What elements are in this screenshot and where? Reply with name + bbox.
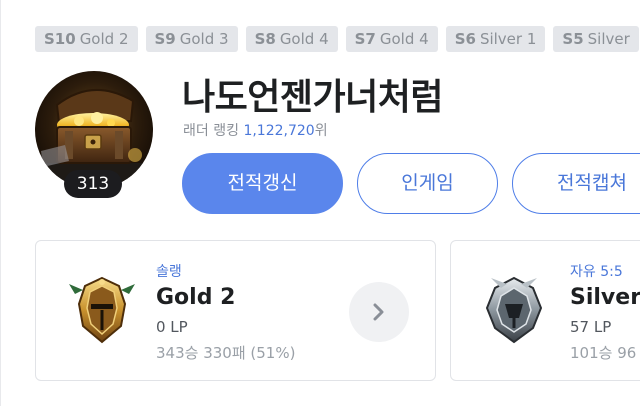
- ladder-label: 래더 랭킹: [183, 123, 239, 139]
- refresh-record-button[interactable]: 전적갱신: [182, 153, 343, 214]
- tier-name: Silver: [570, 285, 640, 310]
- queue-type-label: 자유 5:5: [570, 264, 623, 280]
- season-label: S7: [354, 30, 376, 48]
- queue-type-label: 솔랭: [156, 264, 182, 280]
- season-badge-s7: S7 Gold 4: [345, 26, 438, 52]
- season-tier: Silver: [587, 30, 630, 48]
- season-badge-s5: S5 Silver: [553, 26, 639, 52]
- silver-emblem-icon: [485, 276, 543, 344]
- season-label: S6: [454, 30, 476, 48]
- season-badge-s8: S8 Gold 4: [245, 26, 338, 52]
- season-tier: Gold 2: [79, 30, 129, 48]
- solo-rank-card[interactable]: 솔랭 Gold 2 0 LP 343승 330패 (51%): [35, 240, 436, 381]
- tier-name: Gold 2: [156, 285, 236, 310]
- chevron-right-icon: [373, 303, 384, 321]
- league-points: 57 LP: [570, 318, 612, 336]
- season-label: S10: [44, 30, 76, 48]
- season-label: S8: [254, 30, 276, 48]
- summoner-profile-panel: S10 Gold 2 S9 Gold 3 S8 Gold 4 S7 Gold 4 S6 S…: [0, 0, 640, 406]
- season-badge-s6: S6 Silver 1: [445, 26, 546, 52]
- season-tier: Gold 4: [279, 30, 329, 48]
- gold-emblem-icon: [69, 276, 135, 344]
- capture-record-button[interactable]: 전적캡쳐: [512, 153, 640, 214]
- season-tier: Gold 3: [179, 30, 229, 48]
- season-badge-s10: S10 Gold 2: [35, 26, 138, 52]
- win-loss-record: 101승 96: [570, 344, 637, 362]
- ladder-rank-link[interactable]: 1,122,720: [243, 123, 314, 139]
- season-history: S10 Gold 2 S9 Gold 3 S8 Gold 4 S7 Gold 4 S6 S…: [35, 26, 639, 52]
- season-label: S5: [562, 30, 584, 48]
- season-badge-s9: S9 Gold 3: [145, 26, 238, 52]
- season-tier: Gold 4: [379, 30, 429, 48]
- win-loss-record: 343승 330패 (51%): [156, 344, 296, 362]
- summoner-name: 나도언젠가너처럼: [182, 77, 443, 118]
- details-button[interactable]: [349, 282, 409, 342]
- league-points: 0 LP: [156, 318, 188, 336]
- ingame-button[interactable]: 인게임: [357, 153, 498, 214]
- season-tier: Silver 1: [479, 30, 537, 48]
- ladder-suffix: 위: [314, 123, 328, 139]
- summoner-level-badge: 313: [64, 170, 122, 198]
- season-label: S9: [154, 30, 176, 48]
- ladder-ranking: 래더 랭킹 1,122,720위: [183, 120, 328, 140]
- flex-rank-card[interactable]: 자유 5:5 Silver 57 LP 101승 96: [450, 240, 640, 381]
